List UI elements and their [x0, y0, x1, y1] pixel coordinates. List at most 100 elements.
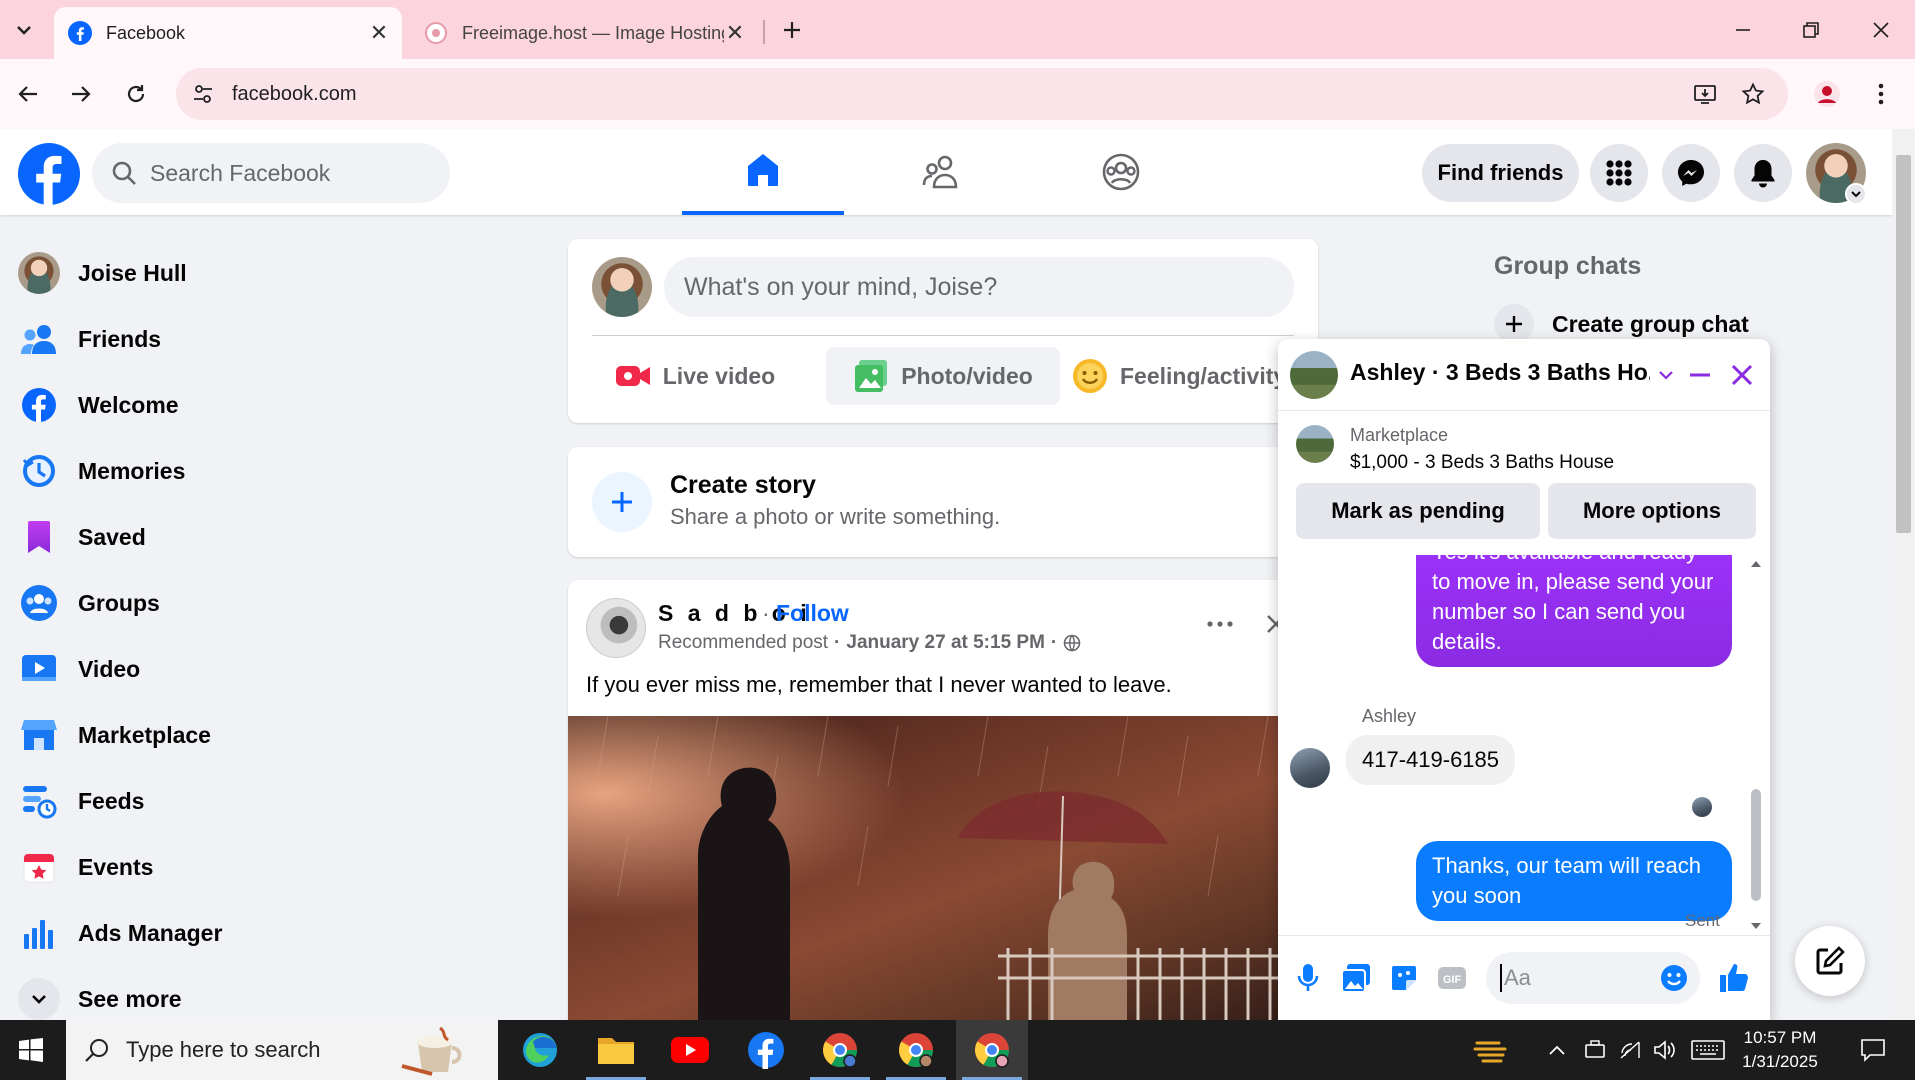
- whats-on-your-mind-input[interactable]: What's on your mind, Joise?: [664, 257, 1294, 317]
- account-caret[interactable]: [1845, 183, 1867, 205]
- nav-tab-groups[interactable]: [1040, 129, 1202, 215]
- new-message-button[interactable]: [1795, 926, 1865, 996]
- bookmark-star-button[interactable]: [1734, 75, 1772, 113]
- taskbar-clock[interactable]: 10:57 PM 1/31/2025: [1730, 1026, 1830, 1074]
- keyboard-input[interactable]: [1688, 1020, 1728, 1080]
- close-chat-button[interactable]: [1724, 357, 1760, 393]
- post-image[interactable]: [568, 716, 1318, 1020]
- nav-tab-home[interactable]: [682, 129, 844, 215]
- battery-status[interactable]: [1578, 1020, 1612, 1080]
- voice-clip-button[interactable]: [1288, 958, 1328, 998]
- messenger-button[interactable]: [1662, 144, 1720, 202]
- forward-button[interactable]: [62, 75, 100, 113]
- sidebar-item-feeds[interactable]: Feeds: [10, 768, 530, 834]
- chat-scrollbar[interactable]: [1748, 555, 1764, 935]
- sticker-button[interactable]: [1384, 958, 1424, 998]
- notification-center-button[interactable]: [1848, 1020, 1898, 1080]
- tab-freeimage[interactable]: Freeimage.host — Image Hosting ✕: [414, 7, 754, 59]
- post-text: If you ever miss me, remember that I nev…: [586, 672, 1172, 697]
- sidebar-item-memories[interactable]: Memories: [10, 438, 530, 504]
- chat-title[interactable]: Ashley · 3 Beds 3 Baths Ho...: [1350, 359, 1650, 386]
- bar-chart-icon: [18, 912, 60, 954]
- site-info-icon[interactable]: [184, 75, 222, 113]
- show-hidden-icons-button[interactable]: [1540, 1020, 1574, 1080]
- feed-post: S a d b o i · Follow Recommended post · …: [568, 580, 1318, 1020]
- battery-plug-icon: [1585, 1040, 1605, 1058]
- create-story-card[interactable]: Create story Share a photo or write some…: [568, 447, 1318, 557]
- taskbar-chrome-profile-2[interactable]: [880, 1020, 952, 1080]
- create-group-chat-button[interactable]: Create group chat: [1494, 304, 1749, 344]
- home-icon: [748, 154, 778, 186]
- taskbar-facebook[interactable]: [730, 1020, 802, 1080]
- tab-search-button[interactable]: [6, 12, 42, 48]
- facebook-search[interactable]: Search Facebook: [92, 143, 450, 203]
- sidebar-item-marketplace[interactable]: Marketplace: [10, 702, 530, 768]
- chat-options-button[interactable]: [1648, 357, 1684, 393]
- sidebar-item-groups[interactable]: Groups: [10, 570, 530, 636]
- sidebar-item-saved[interactable]: Saved: [10, 504, 530, 570]
- find-friends-button[interactable]: Find friends: [1422, 144, 1579, 202]
- notifications-button[interactable]: [1734, 144, 1792, 202]
- scrollbar-thumb[interactable]: [1751, 789, 1761, 901]
- sidebar-item-events[interactable]: Events: [10, 834, 530, 900]
- more-options-button[interactable]: More options: [1548, 483, 1756, 539]
- new-tab-button[interactable]: [774, 12, 810, 48]
- nav-tab-friends[interactable]: [860, 129, 1022, 215]
- follow-link[interactable]: Follow: [776, 600, 849, 627]
- live-video-button[interactable]: Live video: [610, 347, 780, 405]
- taskbar-search[interactable]: Type here to search: [66, 1020, 498, 1080]
- taskbar-edge[interactable]: [504, 1020, 576, 1080]
- feeling-activity-button[interactable]: Feeling/activity: [1072, 347, 1312, 405]
- avatar[interactable]: [592, 257, 652, 317]
- close-tab-icon[interactable]: ✕: [724, 18, 746, 48]
- chat-header[interactable]: Ashley · 3 Beds 3 Baths Ho...: [1278, 339, 1770, 411]
- restore-icon: [1803, 22, 1819, 38]
- minimize-chat-button[interactable]: [1682, 357, 1718, 393]
- taskbar-youtube[interactable]: [654, 1020, 726, 1080]
- page-scrollbar[interactable]: [1892, 129, 1915, 1020]
- reload-button[interactable]: [117, 75, 155, 113]
- scrollbar-thumb[interactable]: [1896, 155, 1911, 533]
- sidebar-item-welcome[interactable]: Welcome: [10, 372, 530, 438]
- message-input[interactable]: Aa: [1486, 952, 1700, 1004]
- sidebar-item-ads-manager[interactable]: Ads Manager: [10, 900, 530, 966]
- plus-icon: [784, 22, 800, 38]
- restore-window-button[interactable]: [1787, 10, 1835, 50]
- profile-button[interactable]: [1808, 75, 1846, 113]
- send-like-button[interactable]: [1714, 958, 1754, 998]
- close-tab-icon[interactable]: ✕: [364, 18, 394, 48]
- volume-status[interactable]: [1648, 1020, 1682, 1080]
- clock-icon: [18, 450, 60, 492]
- taskbar-chrome-profile-1[interactable]: [804, 1020, 876, 1080]
- post-timestamp[interactable]: January 27 at 5:15 PM: [846, 632, 1045, 654]
- minimize-window-button[interactable]: [1719, 10, 1767, 50]
- post-author-avatar[interactable]: [586, 598, 646, 658]
- chat-avatar[interactable]: [1290, 351, 1338, 399]
- sidebar-item-video[interactable]: Video: [10, 636, 530, 702]
- address-bar[interactable]: facebook.com: [176, 68, 1788, 120]
- taskbar-file-explorer[interactable]: [580, 1020, 652, 1080]
- sidebar-item-profile[interactable]: Joise Hull: [10, 240, 530, 306]
- emoji-icon[interactable]: [1660, 964, 1688, 992]
- weather-widget[interactable]: [1470, 1020, 1516, 1080]
- sidebar-item-friends[interactable]: Friends: [10, 306, 530, 372]
- install-app-button[interactable]: [1686, 75, 1724, 113]
- back-button[interactable]: [9, 75, 47, 113]
- photo-video-button[interactable]: Photo/video: [826, 347, 1060, 405]
- post-more-button[interactable]: [1200, 604, 1240, 644]
- browser-menu-button[interactable]: [1862, 75, 1900, 113]
- scroll-up-icon[interactable]: [1748, 557, 1764, 571]
- facebook-logo-icon[interactable]: [18, 143, 80, 205]
- network-status[interactable]: [1614, 1020, 1648, 1080]
- close-window-button[interactable]: [1857, 10, 1905, 50]
- marketplace-listing[interactable]: Marketplace $1,000 - 3 Beds 3 Baths Hous…: [1278, 411, 1770, 479]
- gif-button[interactable]: GIF: [1432, 958, 1472, 998]
- mark-as-pending-button[interactable]: Mark as pending: [1296, 483, 1540, 539]
- taskbar-chrome-profile-3[interactable]: [956, 1020, 1028, 1080]
- menu-button[interactable]: [1590, 144, 1648, 202]
- tab-facebook[interactable]: Facebook ✕: [54, 7, 402, 59]
- attach-photo-button[interactable]: [1336, 958, 1376, 998]
- start-button[interactable]: [0, 1020, 62, 1080]
- tab-title: Facebook: [106, 22, 186, 43]
- scroll-down-icon[interactable]: [1748, 919, 1764, 933]
